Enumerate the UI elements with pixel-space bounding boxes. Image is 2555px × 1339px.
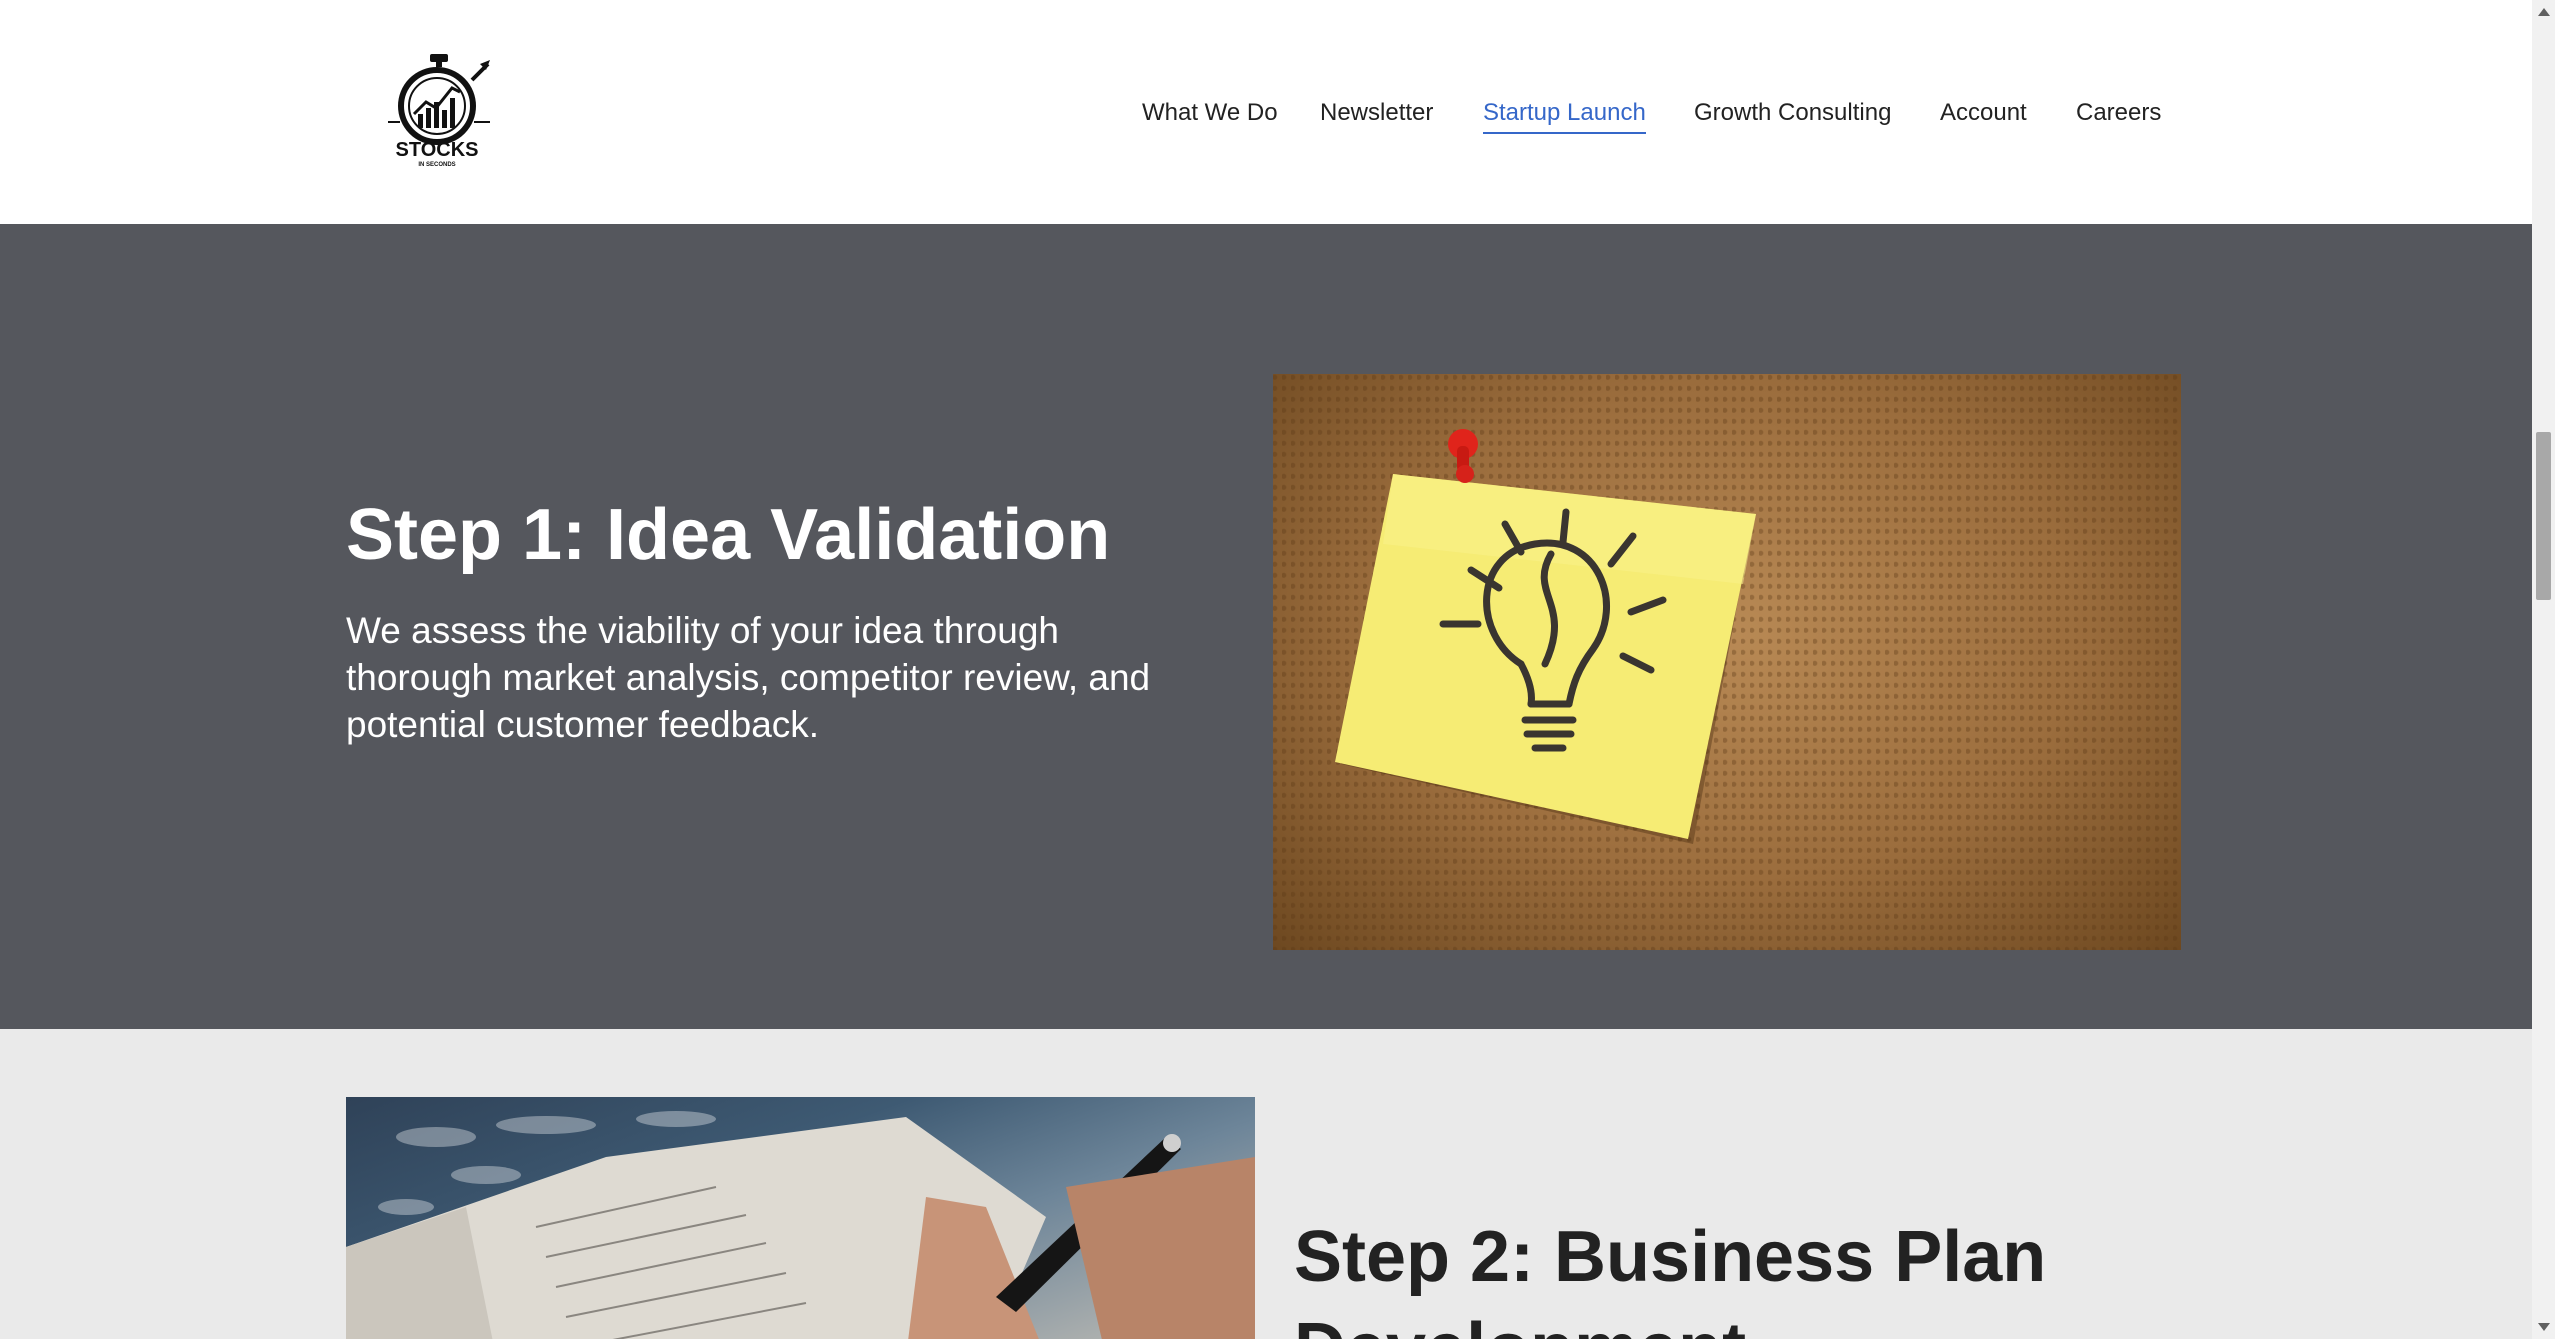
- scroll-up-arrow-icon[interactable]: [2538, 8, 2550, 16]
- page: STOCKS IN SECONDS What We Do Newsletter …: [0, 0, 2532, 1339]
- nav-link-what-we-do[interactable]: What We Do: [1142, 96, 1278, 130]
- business-plan-image: [346, 1097, 1255, 1339]
- step-1-description: We assess the viability of your idea thr…: [346, 610, 1151, 745]
- nav-link-careers[interactable]: Careers: [2076, 96, 2161, 130]
- vertical-scrollbar[interactable]: [2532, 0, 2555, 1339]
- site-header: STOCKS IN SECONDS What We Do Newsletter …: [0, 0, 2532, 224]
- nav-link-account[interactable]: Account: [1940, 96, 2027, 130]
- step-1-title: Step 1: Idea Validation: [346, 495, 1111, 575]
- logo-wordmark: STOCKS: [396, 139, 479, 161]
- idea-validation-image: [1273, 374, 2181, 950]
- lightbulb-note-illustration: [1335, 429, 1756, 844]
- nav-link-newsletter[interactable]: Newsletter: [1320, 96, 1433, 130]
- main-nav: What We Do Newsletter Startup Launch Gro…: [0, 96, 2532, 136]
- scroll-down-arrow-icon[interactable]: [2538, 1323, 2550, 1331]
- logo-tagline: IN SECONDS: [418, 162, 455, 168]
- step-1-section: Step 1: Idea Validation We assess the vi…: [0, 224, 2532, 1029]
- scrollbar-thumb[interactable]: [2536, 432, 2551, 600]
- step-2-title: Step 2: Business Plan Development: [1294, 1217, 2047, 1339]
- nav-link-growth-consulting[interactable]: Growth Consulting: [1694, 96, 1891, 130]
- nav-link-startup-launch[interactable]: Startup Launch: [1483, 96, 1646, 134]
- notebook-writing-illustration: [346, 1111, 1255, 1339]
- step-2-section: Step 2: Business Plan Development: [0, 1029, 2532, 1339]
